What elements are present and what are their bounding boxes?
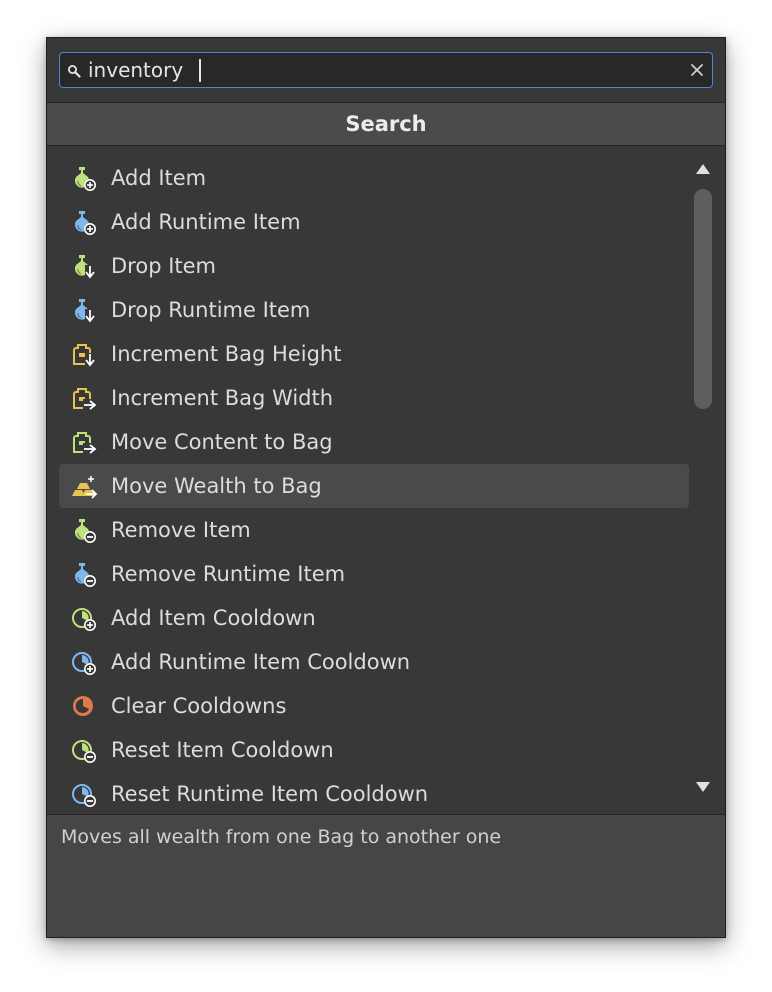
list-item[interactable]: Reset Runtime Item Cooldown [59,772,689,814]
list-item[interactable]: Drop Runtime Item [59,288,689,332]
list-item-label: Add Runtime Item [111,210,301,234]
list-item-label: Clear Cooldowns [111,694,287,718]
list-item-label: Remove Item [111,518,251,542]
text-caret [199,59,201,82]
list-item-label: Reset Runtime Item Cooldown [111,782,429,806]
cooldown-remove-icon [72,740,96,763]
bag-right-icon [73,432,97,455]
list-item[interactable]: Remove Item [59,508,689,552]
potion-add-icon [75,167,96,191]
results-list: Add Item Add Runtime Item Drop Item Drop Ru… [59,156,689,814]
list-item[interactable]: Add Runtime Item [59,200,689,244]
header-title: Search [345,112,427,136]
search-header: Search [47,102,725,146]
list-item[interactable]: Reset Item Cooldown [59,728,689,772]
potion-drop-icon [75,299,95,323]
list-item-label: Drop Runtime Item [111,298,311,322]
gold-bars-icon [72,476,98,499]
potion-drop-icon [75,255,95,279]
list-item[interactable]: Increment Bag Height [59,332,689,376]
list-item-label: Remove Runtime Item [111,562,346,586]
list-item-label: Increment Bag Width [111,386,334,410]
list-item[interactable]: Move Wealth to Bag [59,464,689,508]
cooldown-add-icon [72,608,96,631]
list-item[interactable]: Add Item [59,156,689,200]
potion-add-icon [75,211,96,235]
search-icon [68,65,81,78]
list-item[interactable]: Move Content to Bag [59,420,689,464]
cooldown-clear-icon [73,696,93,716]
list-item-label: Increment Bag Height [111,342,342,366]
list-item[interactable]: Drop Item [59,244,689,288]
list-item-label: Drop Item [111,254,216,278]
cooldown-remove-icon [72,784,96,807]
list-item-label: Add Item Cooldown [111,606,316,630]
list-item[interactable]: Add Runtime Item Cooldown [59,640,689,684]
search-popup: Search Add Item Add Runtime Item Drop Item… [46,37,726,938]
potion-remove-icon [75,563,96,587]
bag-down-icon [73,344,95,367]
list-item-label: Add Runtime Item Cooldown [111,650,411,674]
list-item[interactable]: Increment Bag Width [59,376,689,420]
list-item-label: Move Content to Bag [111,430,333,454]
list-item[interactable]: Remove Runtime Item [59,552,689,596]
list-item-label: Add Item [111,166,207,190]
list-item-label: Reset Item Cooldown [111,738,334,762]
scrollbar-thumb[interactable] [694,189,712,409]
potion-remove-icon [75,519,96,543]
close-icon[interactable] [690,63,704,77]
results-list-area: Add Item Add Runtime Item Drop Item Drop Ru… [47,146,725,814]
list-item-label: Move Wealth to Bag [111,474,322,498]
list-item[interactable]: Add Item Cooldown [59,596,689,640]
list-item[interactable]: Clear Cooldowns [59,684,689,728]
search-field[interactable] [59,52,713,88]
arrow-up-icon[interactable] [695,162,711,176]
arrow-down-icon[interactable] [695,780,711,794]
bag-right-icon [73,388,97,411]
description-footer: Moves all wealth from one Bag to another… [47,814,725,937]
cooldown-add-icon [72,652,96,675]
item-description: Moves all wealth from one Bag to another… [61,826,502,848]
search-input[interactable] [88,53,678,87]
